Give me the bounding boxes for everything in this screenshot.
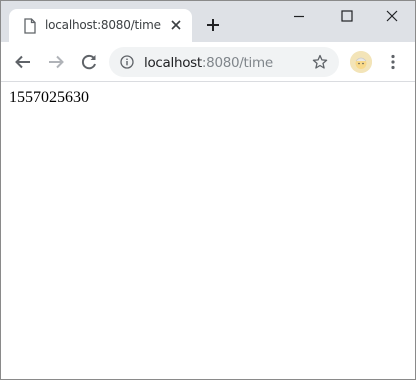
url-path: :8080/time bbox=[201, 55, 273, 71]
toolbar: localhost:8080/time bbox=[1, 42, 415, 82]
star-icon[interactable] bbox=[312, 54, 328, 70]
reload-icon bbox=[81, 54, 96, 70]
url-text[interactable]: localhost:8080/time bbox=[144, 55, 273, 71]
avatar[interactable] bbox=[350, 51, 372, 73]
minimize-button[interactable] bbox=[276, 1, 322, 31]
back-arrow-icon bbox=[15, 55, 30, 69]
plus-icon bbox=[207, 19, 219, 31]
browser-window: localhost:8080/time localhost:8080/time … bbox=[0, 0, 416, 380]
minimize-icon bbox=[294, 15, 304, 18]
kebab-menu-icon[interactable] bbox=[390, 54, 396, 70]
maximize-icon bbox=[341, 10, 353, 22]
timestamp-text: 1557025630 bbox=[9, 89, 89, 106]
forward-button[interactable] bbox=[46, 52, 66, 72]
maximize-button[interactable] bbox=[323, 1, 369, 31]
forward-arrow-icon bbox=[49, 55, 64, 69]
profile-icon bbox=[350, 51, 372, 73]
url-host: localhost bbox=[144, 55, 202, 71]
reload-button[interactable] bbox=[79, 52, 99, 72]
address-bar[interactable]: localhost:8080/time bbox=[109, 47, 339, 77]
window-close-button[interactable] bbox=[369, 1, 415, 31]
close-icon bbox=[386, 10, 398, 22]
close-icon[interactable] bbox=[169, 18, 183, 32]
tab-strip: localhost:8080/time bbox=[1, 1, 415, 42]
tab-active[interactable]: localhost:8080/time bbox=[9, 9, 192, 42]
back-button[interactable] bbox=[13, 52, 33, 72]
new-tab-button[interactable] bbox=[204, 16, 222, 34]
page-content: 1557025630 bbox=[1, 83, 415, 379]
document-icon bbox=[23, 18, 37, 34]
info-icon[interactable] bbox=[120, 55, 134, 69]
tab-title: localhost:8080/time bbox=[45, 18, 161, 32]
